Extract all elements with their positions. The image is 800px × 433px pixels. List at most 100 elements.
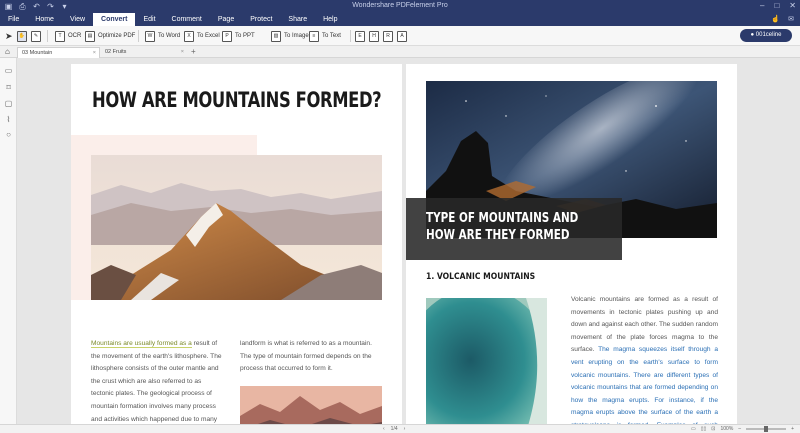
- left-sidebar: ▭ ⌑ ▢ ⌇ ○: [0, 58, 17, 424]
- ocr-button[interactable]: T OCR: [55, 30, 81, 42]
- hand-icon[interactable]: ☝: [771, 15, 780, 23]
- comment-icon[interactable]: ▢: [4, 99, 13, 108]
- ocr-icon: T: [55, 30, 65, 42]
- page-heading: HOW ARE MOUNTAINS FORMED?: [92, 88, 382, 112]
- to-image-label: To Image: [284, 33, 309, 39]
- box-title: TYPE OF MOUNTAINS AND HOW ARE THEY FORME…: [426, 211, 579, 243]
- menu-item-file[interactable]: File: [0, 13, 27, 26]
- toolbar-divider: [47, 30, 48, 42]
- epub-icon: E: [355, 30, 365, 42]
- to-text-label: To Text: [322, 33, 341, 39]
- fit-icon[interactable]: ⊡: [711, 426, 715, 432]
- to-excel-label: To Excel: [197, 33, 220, 39]
- highlighted-text[interactable]: Mountains are usually formed as a: [91, 340, 192, 348]
- document-tab-bar: ⌂ 03 Mountain × 02 Fruits × +: [0, 46, 800, 58]
- tab-label: 03 Mountain: [22, 50, 53, 56]
- optimize-pdf-button[interactable]: ▤ Optimize PDF: [85, 30, 135, 42]
- word-icon: W: [145, 30, 155, 42]
- attachment-icon[interactable]: ⌇: [4, 115, 13, 124]
- edit-tool[interactable]: ✎: [31, 30, 41, 42]
- user-account-button[interactable]: ● 001celine: [740, 29, 792, 42]
- toolbar-divider: [138, 30, 139, 42]
- zoom-value[interactable]: 100%: [721, 426, 734, 432]
- zoom-slider[interactable]: [746, 426, 787, 432]
- status-bar: ‹ 1/4 › ▭ ▯▯ ⊡ 100% – +: [0, 424, 800, 433]
- user-name: 001celine: [755, 32, 782, 38]
- to-epub-button[interactable]: E: [355, 30, 365, 42]
- toolbar-divider: [350, 30, 351, 42]
- pdf-page-right: TYPE OF MOUNTAINS AND HOW ARE THEY FORME…: [406, 64, 737, 424]
- body-text-column-1: Mountains are usually formed as a result…: [91, 338, 225, 424]
- html-icon: H: [369, 30, 379, 42]
- pdfa-icon: A: [397, 30, 407, 42]
- single-page-icon[interactable]: ▭: [691, 426, 696, 432]
- two-page-icon[interactable]: ▯▯: [701, 426, 707, 432]
- tab-fruits[interactable]: 02 Fruits ×: [101, 47, 187, 58]
- app-title: Wondershare PDFelement Pro: [352, 2, 448, 9]
- to-text-button[interactable]: ≡ To Text: [309, 30, 341, 42]
- menu-item-share[interactable]: Share: [280, 13, 315, 26]
- cursor-icon: ➤: [5, 30, 13, 41]
- optimize-icon: ▤: [85, 30, 95, 42]
- body-text-column-2: landform is what is referred to as a mou…: [240, 340, 372, 373]
- to-ppt-button[interactable]: P To PPT: [222, 30, 255, 42]
- select-tool[interactable]: ➤: [5, 30, 13, 42]
- menu-right-tools: ☝ ✉: [771, 15, 794, 23]
- edit-icon: ✎: [31, 30, 41, 42]
- to-ppt-label: To PPT: [235, 33, 255, 39]
- ppt-icon: P: [222, 30, 232, 42]
- next-page-icon[interactable]: ›: [404, 426, 406, 432]
- close-icon[interactable]: ×: [181, 47, 184, 58]
- text-icon: ≡: [309, 30, 319, 42]
- body-text: result of the movement of the earth's li…: [91, 340, 222, 423]
- title-bar: ▣ ⎙ ↶ ↷ ▾ Wondershare PDFelement Pro – □…: [0, 0, 800, 13]
- thumbnail-icon[interactable]: ▭: [4, 66, 13, 75]
- maximize-icon[interactable]: □: [774, 1, 779, 10]
- menu-item-view[interactable]: View: [62, 13, 93, 26]
- bookmark-icon[interactable]: ⌑: [4, 83, 13, 92]
- minimize-icon[interactable]: –: [760, 1, 764, 10]
- to-word-label: To Word: [158, 33, 181, 39]
- to-excel-button[interactable]: X To Excel: [184, 30, 220, 42]
- image-icon: ▨: [271, 30, 281, 42]
- menu-item-home[interactable]: Home: [27, 13, 62, 26]
- to-pdfa-button[interactable]: A: [397, 30, 407, 42]
- pdf-page-left: HOW ARE MOUNTAINS FORMED? Mountains are …: [71, 64, 402, 424]
- new-tab-icon[interactable]: +: [191, 47, 196, 57]
- notification-icon[interactable]: ✉: [788, 15, 794, 23]
- to-rtf-button[interactable]: R: [383, 30, 393, 42]
- menu-bar: File Home View Convert Edit Comment Page Protec…: [0, 13, 800, 26]
- selected-text[interactable]: The magma squeezes itself through a vent…: [571, 346, 718, 424]
- user-icon: ●: [750, 32, 755, 38]
- menu-item-page[interactable]: Page: [210, 13, 242, 26]
- zoom-in-icon[interactable]: +: [791, 426, 794, 432]
- convert-toolbar: ➤ ✋ ✎ T OCR ▤ Optimize PDF W To Word X T…: [0, 26, 800, 46]
- menu-item-protect[interactable]: Protect: [242, 13, 280, 26]
- sunset-mountain-photo: [240, 386, 382, 424]
- menu-item-convert[interactable]: Convert: [93, 13, 136, 26]
- tab-mountain[interactable]: 03 Mountain ×: [17, 47, 100, 58]
- section-title-box: TYPE OF MOUNTAINS AND HOW ARE THEY FORME…: [406, 198, 622, 260]
- view-controls: ▭ ▯▯ ⊡ 100% – +: [691, 426, 794, 432]
- rtf-icon: R: [383, 30, 393, 42]
- body-text-column-3: Volcanic mountains are formed as a resul…: [571, 294, 718, 424]
- excel-icon: X: [184, 30, 194, 42]
- hand-tool[interactable]: ✋: [17, 30, 27, 42]
- to-word-button[interactable]: W To Word: [145, 30, 180, 42]
- prev-page-icon[interactable]: ‹: [383, 426, 385, 432]
- close-icon[interactable]: ✕: [789, 1, 796, 10]
- page-number[interactable]: 1/4: [391, 426, 398, 432]
- menu-item-comment[interactable]: Comment: [164, 13, 210, 26]
- section-heading: 1. VOLCANIC MOUNTAINS: [426, 272, 536, 282]
- to-image-button[interactable]: ▨ To Image: [271, 30, 309, 42]
- mountain-photo: [91, 155, 382, 300]
- home-icon[interactable]: ⌂: [5, 48, 10, 56]
- ocr-label: OCR: [68, 33, 82, 39]
- menu-item-edit[interactable]: Edit: [135, 13, 163, 26]
- menu-item-help[interactable]: Help: [315, 13, 345, 26]
- to-html-button[interactable]: H: [369, 30, 379, 42]
- zoom-out-icon[interactable]: –: [738, 426, 741, 432]
- document-viewer[interactable]: HOW ARE MOUNTAINS FORMED? Mountains are …: [17, 58, 800, 424]
- search-icon[interactable]: ○: [4, 130, 13, 139]
- volcanic-lake-photo: [426, 298, 547, 424]
